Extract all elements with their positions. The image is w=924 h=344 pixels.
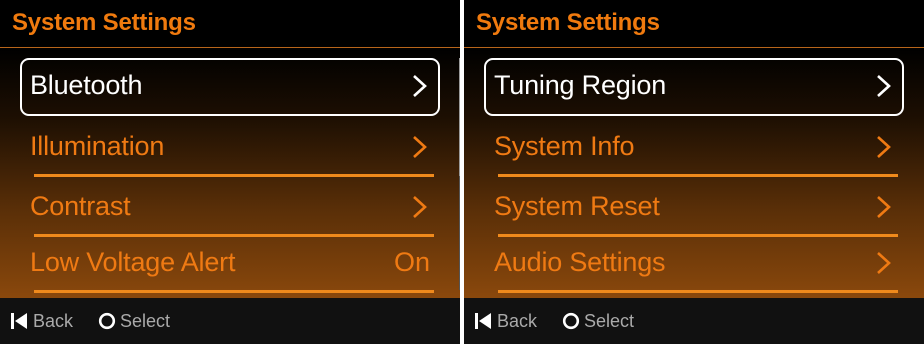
chevron-right-icon <box>872 195 894 219</box>
item-divider <box>34 290 434 293</box>
menu-item-bluetooth[interactable]: Bluetooth <box>20 58 440 116</box>
chevron-right-icon <box>408 135 430 159</box>
menu-item-tuning-region[interactable]: Tuning Region <box>484 58 904 116</box>
menu-item-label: Contrast <box>30 191 131 221</box>
chevron-right-icon <box>872 251 894 275</box>
item-divider <box>34 174 434 177</box>
skip-back-icon <box>10 312 28 330</box>
menu-item-label: Tuning Region <box>494 70 667 100</box>
menu-item-illumination[interactable]: Illumination <box>20 119 440 177</box>
footer-hints: Back Select <box>464 298 924 344</box>
chevron-right-icon <box>872 74 894 98</box>
menu-item-system-info[interactable]: System Info <box>484 119 904 177</box>
menu-item-label: System Reset <box>494 191 660 221</box>
menu-item-low-voltage-alert[interactable]: Low Voltage Alert On <box>20 235 440 293</box>
right-screen: System Settings Tuning Region System Inf… <box>464 0 924 344</box>
skip-back-icon <box>474 312 492 330</box>
back-hint-label: Back <box>33 311 74 331</box>
chevron-right-icon <box>408 195 430 219</box>
chevron-right-icon <box>872 135 894 159</box>
menu-item-audio-settings[interactable]: Audio Settings <box>484 235 904 293</box>
menu-item-label: Bluetooth <box>30 70 143 100</box>
menu-item-system-reset[interactable]: System Reset <box>484 179 904 237</box>
select-hint-label: Select <box>584 311 635 331</box>
menu-item-label: Audio Settings <box>494 247 666 277</box>
chevron-right-icon <box>408 74 430 98</box>
menu-item-label: System Info <box>494 131 635 161</box>
menu-item-label: Low Voltage Alert <box>30 247 236 277</box>
left-screen: System Settings Bluetooth Illumination C… <box>0 0 460 344</box>
menu-item-contrast[interactable]: Contrast <box>20 179 440 237</box>
menu-list: Tuning Region System Info System Reset A… <box>464 48 924 298</box>
menu-list: Bluetooth Illumination Contrast Low Volt… <box>0 48 460 298</box>
setting-value: On <box>393 247 430 277</box>
back-hint-label: Back <box>497 311 538 331</box>
footer-hints: Back Select <box>0 298 460 344</box>
title-bar: System Settings <box>0 0 460 47</box>
title-bar: System Settings <box>464 0 924 47</box>
item-divider <box>498 174 898 177</box>
item-divider <box>498 290 898 293</box>
select-hint-label: Select <box>120 311 171 331</box>
page-title: System Settings <box>12 9 196 36</box>
page-title: System Settings <box>476 9 660 36</box>
menu-item-label: Illumination <box>30 131 165 161</box>
circle-select-icon <box>562 312 580 330</box>
circle-select-icon <box>98 312 116 330</box>
